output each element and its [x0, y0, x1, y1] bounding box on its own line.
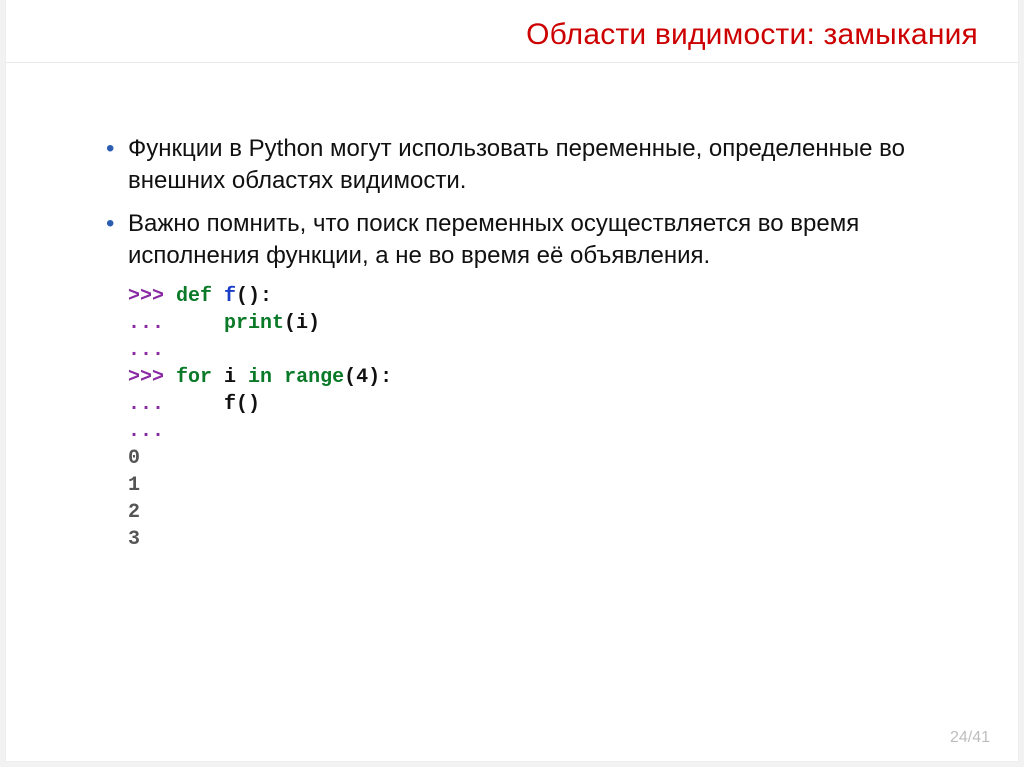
code-text: i [224, 366, 248, 389]
code-block: >>> def f(): ... print(i) ... >>> for i … [128, 283, 938, 553]
code-builtin: print [224, 312, 284, 335]
slide-content: Функции в Python могут использовать пере… [6, 63, 1018, 553]
code-keyword: for [176, 366, 224, 389]
code-prompt: ... [128, 420, 164, 443]
code-funcname: f [224, 285, 236, 308]
page-number: 24/41 [950, 729, 990, 747]
code-text: (4): [344, 366, 392, 389]
code-text: f() [224, 393, 260, 416]
title-bar: Области видимости: замыкания [6, 0, 1018, 63]
code-output: 1 [128, 474, 140, 497]
code-output: 2 [128, 501, 140, 524]
code-text: (i) [284, 312, 320, 335]
code-prompt: ... [128, 312, 224, 335]
code-keyword: in [248, 366, 284, 389]
code-prompt: ... [128, 339, 164, 362]
code-output: 3 [128, 528, 140, 551]
slide-title: Области видимости: замыкания [46, 18, 978, 52]
code-text: (): [236, 285, 272, 308]
code-output: 0 [128, 447, 140, 470]
code-prompt: >>> [128, 366, 176, 389]
bullet-item: Важно помнить, что поиск переменных осущ… [106, 208, 938, 273]
bullet-item: Функции в Python могут использовать пере… [106, 133, 938, 198]
code-prompt: ... [128, 393, 224, 416]
code-keyword: def [176, 285, 224, 308]
code-prompt: >>> [128, 285, 176, 308]
code-builtin: range [284, 366, 344, 389]
bullet-list: Функции в Python могут использовать пере… [106, 133, 938, 273]
slide: Области видимости: замыкания Функции в P… [6, 0, 1018, 761]
